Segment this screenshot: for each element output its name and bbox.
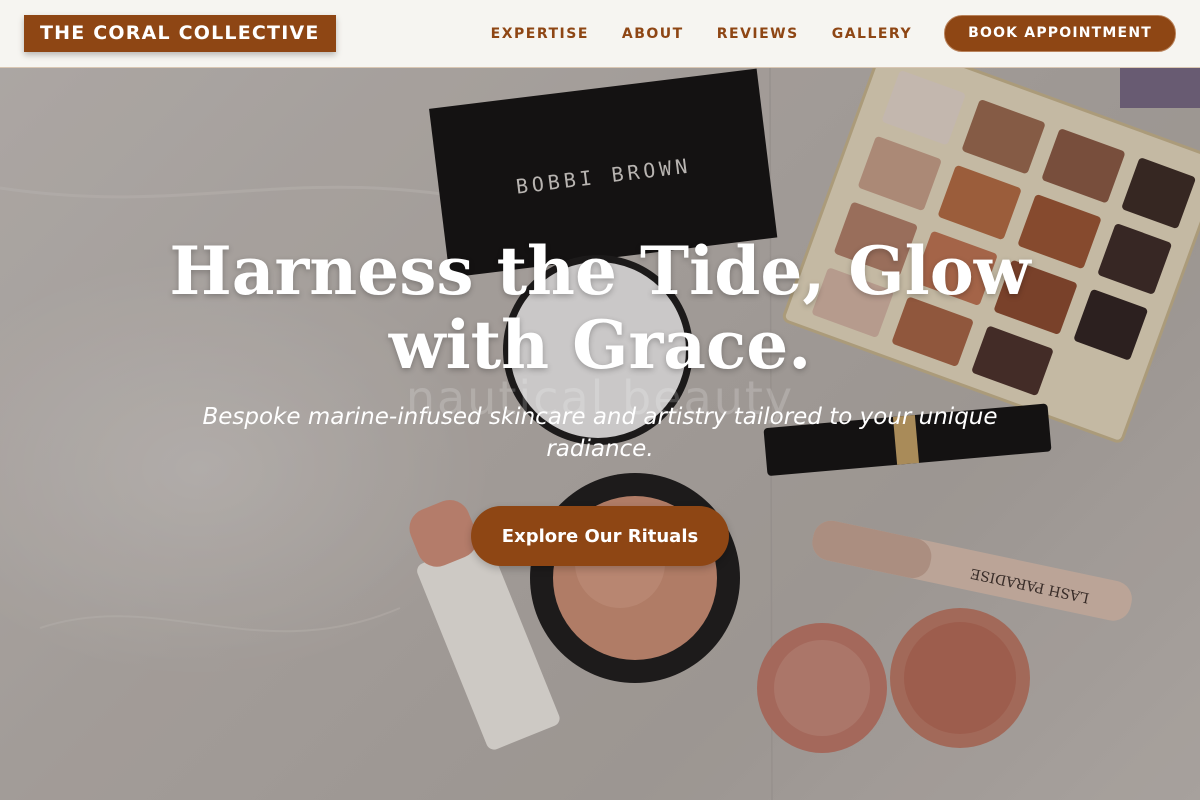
nav-link-reviews[interactable]: REVIEWS [717, 26, 799, 42]
hero-section: BOBBI BROWN LASH PARADISE nautical beaut… [0, 68, 1200, 800]
nav-link-about[interactable]: ABOUT [622, 26, 684, 42]
book-appointment-button[interactable]: BOOK APPOINTMENT [944, 15, 1176, 52]
hero-content: nautical beauty Harness the Tide, Glow w… [0, 68, 1200, 800]
hero-headline: Harness the Tide, Glow with Grace. [169, 232, 1031, 384]
site-header: THE CORAL COLLECTIVE EXPERTISE ABOUT REV… [0, 0, 1200, 68]
nav-link-expertise[interactable]: EXPERTISE [491, 26, 589, 42]
brand-logo[interactable]: THE CORAL COLLECTIVE [24, 15, 336, 52]
nav-link-gallery[interactable]: GALLERY [832, 26, 912, 42]
explore-rituals-button[interactable]: Explore Our Rituals [471, 506, 729, 566]
main-nav: EXPERTISE ABOUT REVIEWS GALLERY BOOK APP… [491, 15, 1176, 52]
hero-subline: Bespoke marine-infused skincare and arti… [202, 404, 998, 462]
